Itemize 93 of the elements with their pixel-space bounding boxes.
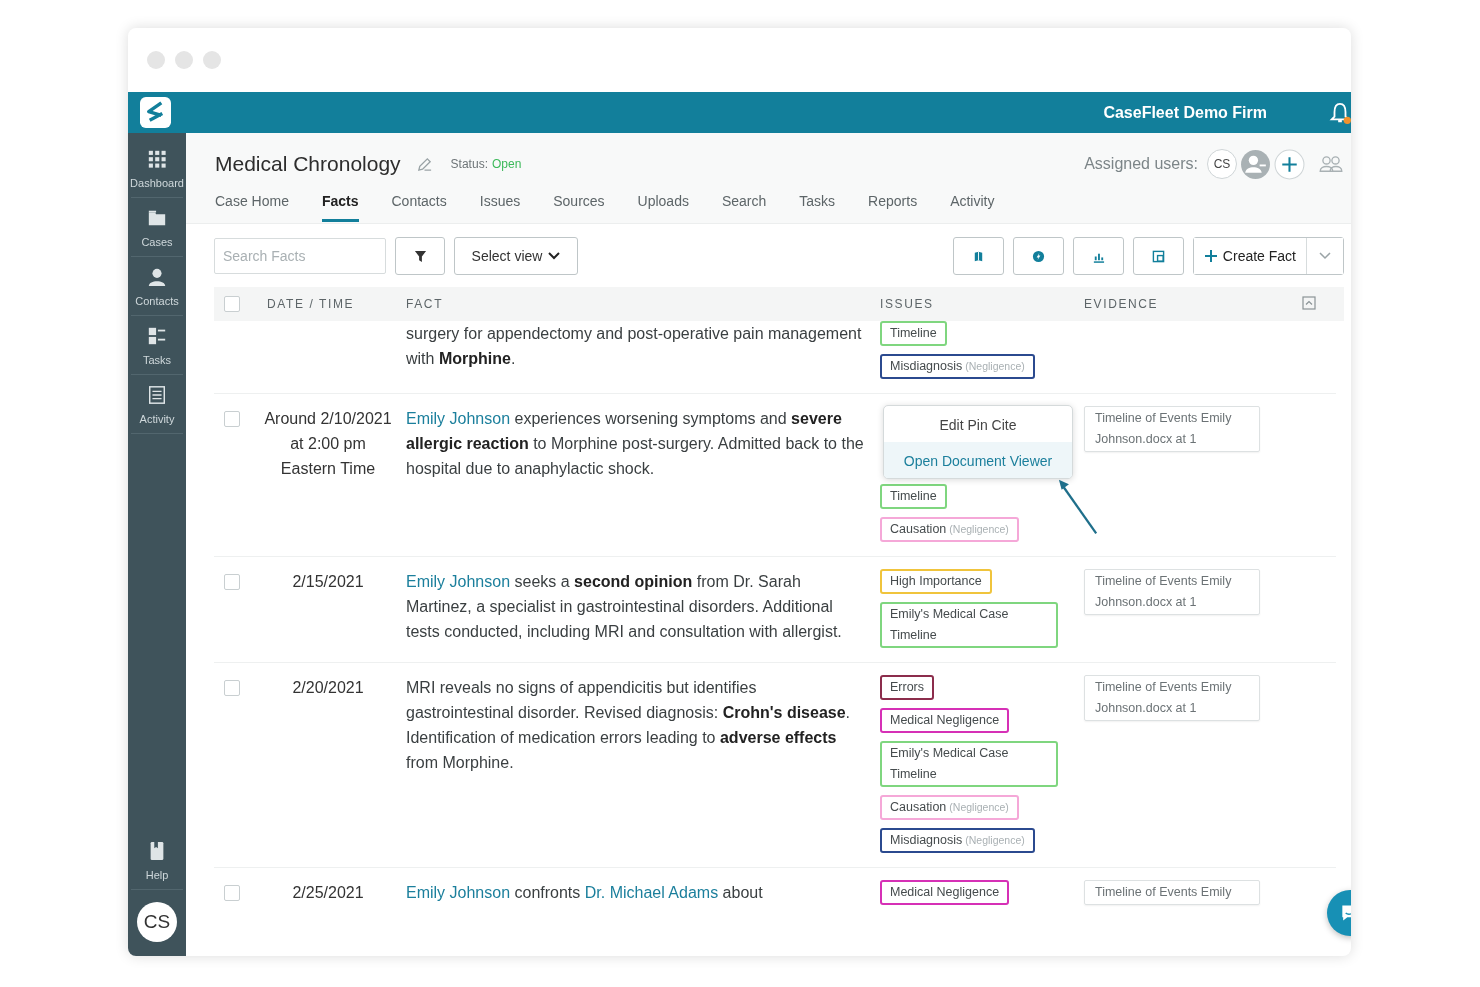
- person-icon: [147, 267, 167, 287]
- create-fact-button[interactable]: Create Fact: [1193, 238, 1307, 274]
- fact-date: 2/25/2021: [292, 883, 364, 903]
- filter-icon: [413, 249, 427, 263]
- issue-tag[interactable]: Medical Negligence: [880, 880, 1010, 905]
- contact-link[interactable]: Emily Johnson: [406, 573, 511, 590]
- sidebar-item[interactable]: Cases: [131, 198, 183, 257]
- help-item[interactable]: Help: [131, 831, 183, 890]
- column-header: DATE / TIME: [266, 297, 356, 311]
- issue-tag[interactable]: Errors: [880, 675, 935, 700]
- contact-link[interactable]: Emily Johnson: [406, 410, 511, 427]
- sidebar-item[interactable]: Dashboard: [131, 139, 183, 198]
- window-control[interactable]: [147, 51, 165, 69]
- issue-tag[interactable]: Causation (Negligence): [880, 795, 1019, 820]
- fact-date: 2/15/2021: [292, 572, 364, 592]
- pointer-arrow: [1058, 478, 1098, 536]
- users-icon[interactable]: [1319, 155, 1343, 173]
- column-header: FACT: [406, 297, 445, 311]
- edit-icon[interactable]: [415, 155, 433, 173]
- assigned-users-label: Assigned users:: [1084, 155, 1198, 173]
- grid-icon: [147, 149, 167, 169]
- fact-text: surgery for appendectomy and post-operative pain management with Morphine.: [406, 324, 863, 369]
- status-value: Open: [491, 157, 522, 171]
- fact-text: MRI reveals no signs of appendicitis but identifies gastrointestinal disorder. Revised diagnosis: Crohn's disease. Identification of medication errors leading to adverse effects from Morphine.: [406, 678, 852, 773]
- logo-icon[interactable]: [140, 97, 171, 128]
- select-view-dropdown[interactable]: Select view: [454, 237, 578, 275]
- sidebar-item[interactable]: Contacts: [131, 257, 183, 316]
- case-title: Medical Chronology: [215, 152, 401, 176]
- collapse-icon[interactable]: [1302, 296, 1316, 310]
- evidence-source[interactable]: Timeline of Events Emily Johnson.docx at 1: [1084, 675, 1260, 721]
- column-header: EVIDENCE: [1084, 297, 1160, 311]
- issue-tag[interactable]: High Importance: [880, 569, 992, 594]
- chart-button[interactable]: [1072, 237, 1124, 275]
- row-checkbox[interactable]: [224, 411, 240, 427]
- evidence-source[interactable]: Timeline of Events Emily Johnson.docx at 1: [1084, 569, 1260, 615]
- sidebar-item[interactable]: Tasks: [131, 316, 183, 375]
- contact-link[interactable]: Emily Johnson: [406, 884, 511, 901]
- issue-tag[interactable]: Medical Negligence: [880, 708, 1010, 733]
- issue-tag[interactable]: Causation (Negligence): [880, 517, 1019, 542]
- fact-text: Emily Johnson seeks a second opinion from Dr. Sarah Martinez, a specialist in gastrointestinal disorders. Additional tests conducted, including MRI and consultation with allergist.: [406, 572, 843, 642]
- row-checkbox[interactable]: [224, 574, 240, 590]
- bolt-icon: [1031, 249, 1045, 263]
- tasks-icon: [147, 326, 167, 346]
- user-avatar[interactable]: CS: [137, 902, 177, 942]
- plus-icon: [1203, 249, 1218, 263]
- chevron-down-icon: [548, 252, 561, 260]
- tab[interactable]: Search: [721, 193, 767, 219]
- fact-text: Emily Johnson experiences worsening symptoms and severe allergic reaction to Morphine post-surgery. Admitted back to the hospital due to anaphylactic shock.: [406, 409, 865, 479]
- row-checkbox[interactable]: [224, 885, 240, 901]
- menu-item[interactable]: Open Document Viewer: [884, 442, 1072, 478]
- sidebar-item[interactable]: Activity: [131, 375, 183, 434]
- issue-tag[interactable]: Timeline: [880, 321, 947, 346]
- folder-icon: [147, 208, 167, 228]
- issue-tag[interactable]: Emily's Medical Case Timeline: [880, 741, 1058, 787]
- column-header: ISSUES: [880, 297, 935, 311]
- fact-text: Emily Johnson confronts Dr. Michael Adams about: [406, 883, 764, 903]
- filter-button[interactable]: [395, 237, 445, 275]
- window-control[interactable]: [203, 51, 221, 69]
- tab[interactable]: Reports: [868, 193, 918, 219]
- issue-tag[interactable]: Emily's Medical Case Timeline: [880, 602, 1058, 648]
- tab[interactable]: Tasks: [799, 193, 836, 219]
- fact-date: Around 2/10/2021 at 2:00 pm Eastern Time: [264, 409, 392, 479]
- issue-tag[interactable]: Misdiagnosis (Negligence): [880, 828, 1035, 853]
- fact-date: 2/20/2021: [292, 678, 364, 698]
- layout-button[interactable]: [1132, 237, 1184, 275]
- chevron-down-icon: [1319, 252, 1331, 260]
- issue-tag[interactable]: Misdiagnosis (Negligence): [880, 354, 1035, 379]
- issue-tag[interactable]: Timeline: [880, 484, 947, 509]
- list-icon: [147, 385, 167, 405]
- tab[interactable]: Sources: [553, 193, 605, 219]
- notification-bell-icon[interactable]: [1329, 100, 1351, 125]
- evidence-source[interactable]: Timeline of Events Emily: [1084, 880, 1260, 905]
- status-label: Status:: [450, 157, 488, 171]
- bolt-button[interactable]: [1012, 237, 1064, 275]
- layout-icon: [1151, 249, 1165, 263]
- tab[interactable]: Case Home: [215, 193, 289, 219]
- evidence-source[interactable]: Timeline of Events Emily Johnson.docx at 1: [1084, 406, 1260, 452]
- contact-link[interactable]: Dr. Michael Adams: [584, 884, 719, 901]
- tab[interactable]: Contacts: [391, 193, 447, 219]
- row-checkbox[interactable]: [224, 680, 240, 696]
- user-avatar[interactable]: CS: [1207, 149, 1237, 179]
- user-avatar-icon[interactable]: [1240, 148, 1271, 180]
- map-button[interactable]: [952, 237, 1004, 275]
- menu-item[interactable]: Edit Pin Cite: [884, 406, 1072, 442]
- firm-name[interactable]: CaseFleet Demo Firm: [1103, 103, 1267, 122]
- tab[interactable]: Issues: [479, 193, 521, 219]
- tab[interactable]: Activity: [950, 193, 995, 219]
- tab[interactable]: Facts: [321, 193, 359, 222]
- tab[interactable]: Uploads: [637, 193, 689, 219]
- search-field[interactable]: Search Facts: [214, 238, 386, 274]
- select-all-checkbox[interactable]: [224, 296, 240, 312]
- window-control[interactable]: [175, 51, 193, 69]
- add-user-icon[interactable]: [1274, 148, 1305, 180]
